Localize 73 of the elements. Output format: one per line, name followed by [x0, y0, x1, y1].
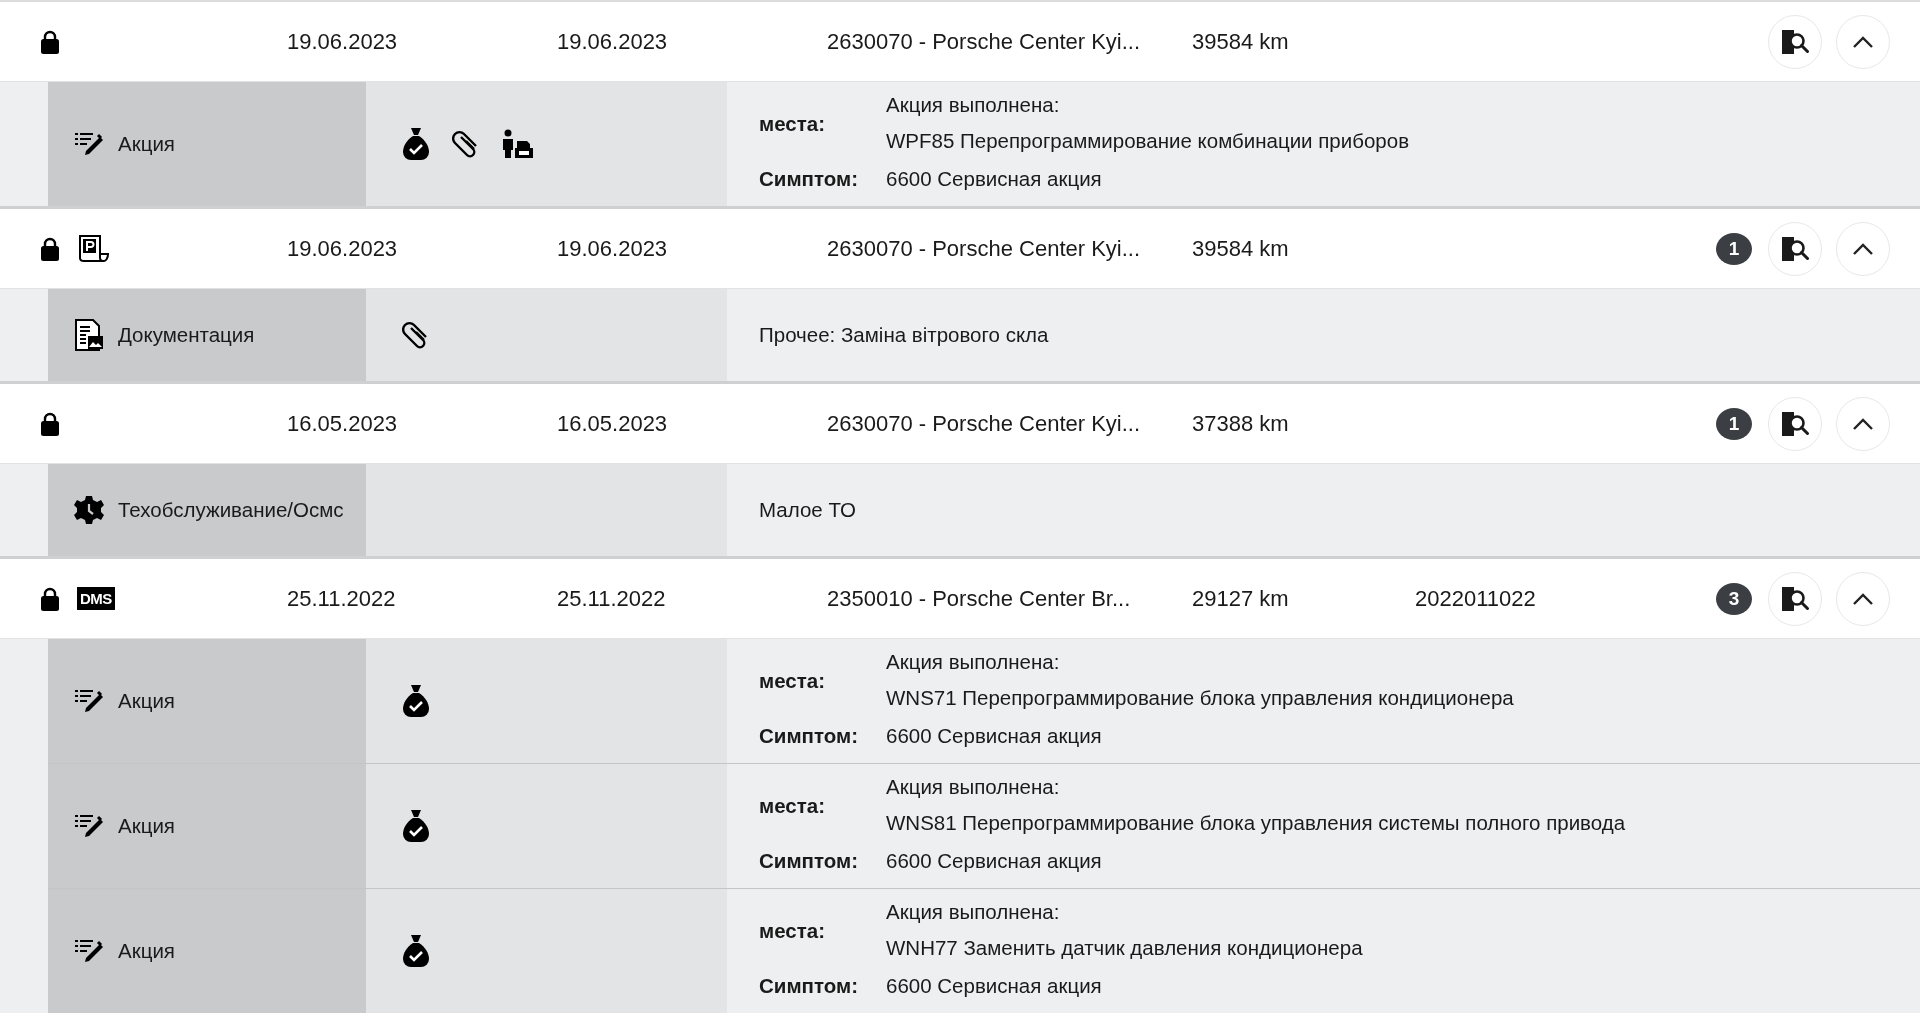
search-button[interactable] [1768, 14, 1822, 69]
dealer-name: 2630070 - Porsche Center Kyi... [827, 410, 1142, 437]
mileage: 37388 km [1192, 410, 1290, 437]
status-text: Акция выполнена: [886, 900, 1061, 924]
chevron-icon [1852, 241, 1874, 256]
mileage: 29127 km [1192, 585, 1290, 612]
work-text: WPF85 Перепрограммирование комбинации приборов [886, 129, 1410, 153]
search-icon [1780, 584, 1810, 613]
work-text: WNS81 Перепрограммирование блока управления системы полного привода [886, 811, 1626, 835]
money-bag-icon [402, 684, 430, 718]
place-label: места: [759, 112, 826, 136]
type-label: Документация [118, 323, 255, 347]
dealer-name: 2350010 - Porsche Center Br... [827, 585, 1132, 612]
end-date: 16.05.2023 [557, 410, 669, 437]
symptom-text: 6600 Сервисная акция [886, 167, 1103, 191]
start-date: 19.06.2023 [287, 28, 399, 55]
symptom-text: 6600 Сервисная акция [886, 974, 1103, 998]
work-text: WNS71 Перепрограммирование блока управления кондиционера [886, 686, 1514, 710]
status-text: Акция выполнена: [886, 93, 1061, 117]
chevron-icon [1852, 416, 1874, 431]
search-icon [1780, 27, 1810, 56]
symptom-label: Симптом: [759, 849, 859, 873]
place-label: места: [759, 794, 826, 818]
end-date: 19.06.2023 [557, 28, 669, 55]
type-label: Акция [118, 132, 175, 156]
note-text: Малое ТО [759, 498, 856, 522]
list-wrench-icon [74, 688, 104, 714]
symptom-text: 6600 Сервисная акция [886, 724, 1103, 748]
gear-clock-icon [74, 495, 104, 525]
search-button[interactable] [1768, 221, 1822, 276]
count-badge: 3 [1716, 582, 1752, 615]
dealer-name: 2630070 - Porsche Center Kyi... [827, 235, 1142, 262]
mileage: 39584 km [1192, 235, 1290, 262]
list-wrench-icon [74, 131, 104, 157]
place-label: места: [759, 919, 826, 943]
start-date: 19.06.2023 [287, 235, 399, 262]
end-date: 25.11.2022 [557, 585, 667, 612]
list-wrench-icon [74, 938, 104, 964]
chevron-icon [1852, 591, 1874, 606]
symptom-label: Симптом: [759, 724, 859, 748]
dms-label: DMS [77, 587, 115, 610]
start-date: 16.05.2023 [287, 410, 399, 437]
type-label: Техобслуживание/Осмс [118, 498, 344, 522]
search-button[interactable] [1768, 396, 1822, 451]
person-printer-icon [502, 129, 534, 159]
money-bag-icon [402, 127, 430, 161]
status-text: Акция выполнена: [886, 650, 1061, 674]
place-label: места: [759, 669, 826, 693]
start-date: 25.11.2022 [287, 585, 397, 612]
dealer-name: 2630070 - Porsche Center Kyi... [827, 28, 1142, 55]
end-date: 19.06.2023 [557, 235, 669, 262]
type-label: Акция [118, 689, 175, 713]
search-icon [1780, 409, 1810, 438]
note-text: Прочее: Заміна вітрового скла [759, 323, 1049, 347]
scroll-p-icon [77, 233, 111, 264]
symptom-label: Симптом: [759, 974, 859, 998]
count-badge: 1 [1716, 232, 1752, 265]
count-badge: 1 [1716, 407, 1752, 440]
mileage: 39584 km [1192, 28, 1290, 55]
type-label: Акция [118, 939, 175, 963]
money-bag-icon [402, 809, 430, 843]
symptom-text: 6600 Сервисная акция [886, 849, 1103, 873]
type-label: Акция [118, 814, 175, 838]
document-image-icon [74, 319, 104, 351]
symptom-label: Симптом: [759, 167, 859, 191]
list-wrench-icon [74, 813, 104, 839]
work-text: WNH77 Заменить датчик давления кондиционера [886, 936, 1363, 960]
status-text: Акция выполнена: [886, 775, 1061, 799]
search-button[interactable] [1768, 571, 1822, 626]
money-bag-icon [402, 934, 430, 968]
chevron-icon [1852, 34, 1874, 49]
order-number: 2022011022 [1415, 585, 1536, 611]
search-icon [1780, 234, 1810, 263]
